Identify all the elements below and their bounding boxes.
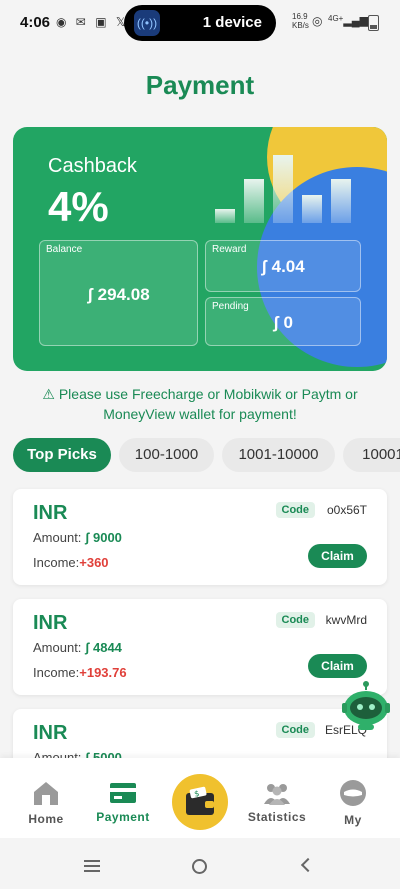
amount-value: ʃ 4844 [85,640,122,655]
notification-icons: ◉ ✉ ▣ 𝕏 [56,15,129,29]
warning-icon: ⚠ [42,386,55,402]
notice-text: Please use Freecharge or Mobikwik or Pay… [58,386,358,422]
reward-label: Reward [212,244,247,255]
page-title: Payment [145,70,255,100]
tab-1001-10000[interactable]: 1001-10000 [222,438,335,472]
chart-bar-icon [331,179,351,223]
nav-home[interactable]: Home [6,758,86,838]
bottom-navigation: Home Payment $ Statistics My [0,758,400,838]
net-speed-value: 16.9 [292,12,308,21]
offer-card: INR Amount: ʃ 9000 Income:+360 Code o0x5… [13,489,387,585]
offer-card: INR Amount: ʃ 4844 Income:+193.76 Code k… [13,599,387,695]
nav-statistics[interactable]: Statistics [237,758,317,838]
home-circle-icon[interactable] [192,859,207,874]
battery-icon [368,15,379,31]
profile-icon [340,780,366,806]
cashback-value: 4% [48,183,109,230]
status-time: 4:06 [20,14,51,31]
nav-home-label: Home [28,812,64,826]
claim-button[interactable]: Claim [308,654,367,678]
signal-icon: 4G+▂▄▆ [328,14,369,27]
robot-assistant-icon[interactable] [340,681,392,731]
code-badge: Code [275,502,315,518]
code-badge: Code [275,722,315,738]
dynamic-island-pill[interactable]: ((•)) 1 device [124,5,276,41]
amount-filter-tabs: Top Picks 100-1000 1001-10000 10001 [13,438,400,472]
recents-icon[interactable] [84,860,100,872]
nav-statistics-label: Statistics [247,810,307,824]
chart-bar-icon [244,179,264,223]
balance-value: ʃ 294.08 [87,285,150,304]
hotspot-icon: ◎ [312,14,323,28]
payment-notice: ⚠ Please use Freecharge or Mobikwik or P… [20,384,380,424]
nav-payment-label: Payment [96,810,150,824]
status-bar: 4:06 ◉ ✉ ▣ 𝕏 ((•)) 1 device 16.9 KB/s ◎ … [0,0,400,44]
net-speed-unit: KB/s [292,21,309,30]
cashback-label: Cashback [48,155,137,177]
reward-value: ʃ 4.04 [261,257,305,276]
balance-label: Balance [46,244,83,255]
chart-bar-icon [273,155,293,223]
amount-value: ʃ 9000 [85,530,122,545]
reward-box[interactable]: Reward ʃ 4.04 [205,240,361,292]
people-icon [264,784,290,805]
network-type: 4G+ [328,14,344,23]
tab-top-picks[interactable]: Top Picks [13,438,111,472]
offer-currency: INR [33,612,68,634]
amount-label: Amount: [33,530,82,545]
broadcast-icon: ((•)) [134,10,160,36]
back-icon[interactable] [300,857,316,873]
income-label: Income: [33,555,80,570]
code-value: kwvMrd [325,613,367,627]
amount-label: Amount: [33,640,82,655]
pending-box[interactable]: Pending ʃ 0 [205,297,361,346]
pill-text: 1 device [202,14,262,31]
offer-amount: Amount: ʃ 4844 [33,640,122,655]
offer-currency: INR [33,502,68,524]
nav-my[interactable]: My [313,758,393,838]
home-icon [34,782,58,805]
card-icon [110,783,136,803]
offer-income: Income:+193.76 [33,665,127,680]
tab-10001[interactable]: 10001 [343,438,400,472]
balance-box[interactable]: Balance ʃ 294.08 [39,240,198,346]
code-value: o0x56T [326,503,367,517]
cashback-card: Cashback 4% Balance ʃ 294.08 Reward ʃ 4.… [13,127,387,371]
nav-payment[interactable]: Payment [83,758,163,838]
claim-button[interactable]: Claim [308,544,367,568]
pending-label: Pending [212,301,249,312]
chart-bar-icon [302,195,322,223]
nav-my-label: My [344,813,362,827]
code-badge: Code [275,612,315,628]
chart-bar-icon [215,209,235,223]
system-navigation-bar [0,838,400,889]
income-label: Income: [33,665,80,680]
net-speed: 16.9 KB/s [292,12,309,30]
wallet-icon: $ [186,786,214,815]
offer-income: Income:+360 [33,555,109,570]
income-value: +193.76 [79,665,127,680]
offer-amount: Amount: ʃ 9000 [33,530,122,545]
tab-100-1000[interactable]: 100-1000 [119,438,214,472]
income-value: +360 [79,555,109,570]
pending-value: ʃ 0 [273,313,293,332]
offer-currency: INR [33,722,68,744]
wallet-button[interactable]: $ [172,774,228,830]
